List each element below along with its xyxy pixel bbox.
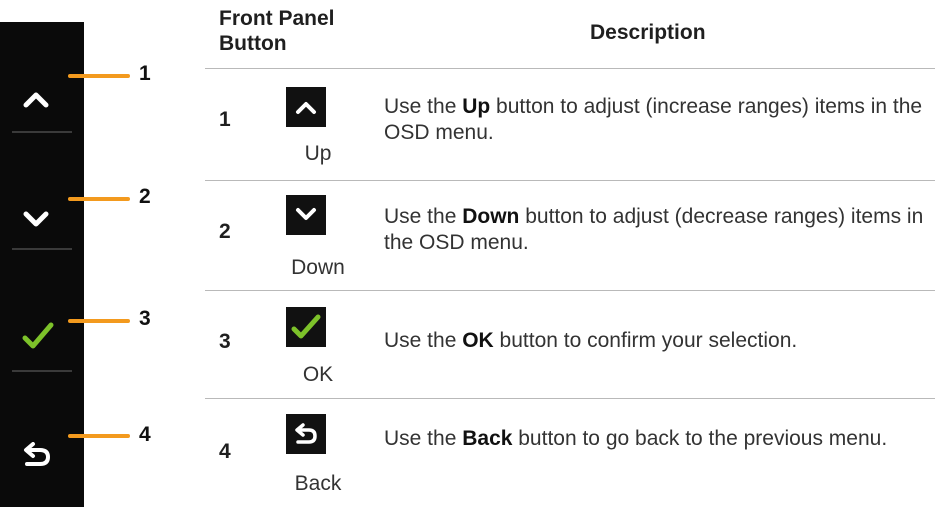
panel-divider bbox=[12, 248, 72, 250]
panel-ok-button bbox=[0, 306, 84, 366]
panel-divider bbox=[12, 131, 72, 133]
button-label: Up bbox=[304, 142, 332, 165]
row-description: Use the Back button to go back to the pr… bbox=[384, 427, 888, 450]
callout-leader-line bbox=[68, 319, 130, 323]
table-divider bbox=[205, 180, 935, 181]
callout-number: 4 bbox=[139, 423, 151, 446]
callout-number: 1 bbox=[139, 62, 151, 85]
up-button-icon-box bbox=[286, 87, 326, 127]
back-arrow-icon bbox=[24, 442, 51, 466]
row-number: 1 bbox=[219, 108, 231, 131]
button-label: OK bbox=[302, 363, 334, 386]
button-label: Back bbox=[294, 472, 342, 495]
ok-button-icon-box bbox=[286, 307, 326, 347]
panel-up-button bbox=[0, 69, 84, 129]
callout-leader-line bbox=[68, 197, 130, 201]
row-description: Use the Up button to adjust (increase ra… bbox=[384, 95, 923, 144]
column-header-description: Description bbox=[590, 21, 706, 44]
back-arrow-icon bbox=[295, 423, 317, 444]
column-header-front-panel-button: Front Panel Button bbox=[219, 7, 335, 55]
checkmark-icon bbox=[22, 322, 54, 349]
table-divider bbox=[205, 398, 935, 399]
callout-number: 3 bbox=[139, 307, 151, 330]
callout-leader-line bbox=[68, 434, 130, 438]
down-button-icon-box bbox=[286, 195, 326, 235]
chevron-down-icon bbox=[23, 211, 49, 227]
button-label: Down bbox=[291, 256, 345, 279]
panel-divider bbox=[12, 370, 72, 372]
row-description: Use the Down button to adjust (decrease … bbox=[384, 205, 924, 254]
row-number: 2 bbox=[219, 220, 231, 243]
row-number: 3 bbox=[219, 330, 231, 353]
table-divider bbox=[205, 290, 935, 291]
callout-number: 2 bbox=[139, 185, 151, 208]
chevron-down-icon bbox=[296, 208, 316, 220]
row-number: 4 bbox=[219, 440, 231, 463]
chevron-up-icon bbox=[23, 92, 49, 108]
row-description: Use the OK button to confirm your select… bbox=[384, 329, 798, 352]
chevron-up-icon bbox=[296, 102, 316, 114]
checkmark-icon bbox=[291, 314, 321, 339]
back-button-icon-box bbox=[286, 414, 326, 454]
callout-leader-line bbox=[68, 74, 130, 78]
table-divider bbox=[205, 68, 935, 69]
